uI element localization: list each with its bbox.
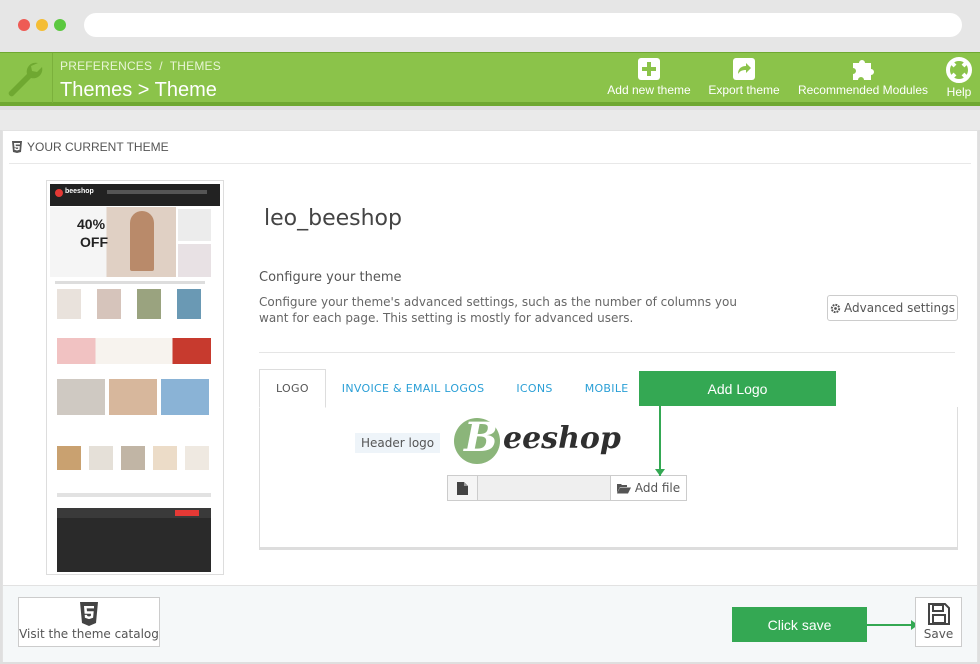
breadcrumb-preferences[interactable]: PREFERENCES [60, 59, 152, 73]
page-toolbar: PREFERENCES / THEMES Themes > Theme Add ne… [0, 52, 980, 106]
recommended-modules-label: Recommended Modules [797, 83, 929, 97]
configure-divider [259, 352, 955, 353]
add-logo-callout: Add Logo [639, 371, 836, 406]
help-button[interactable]: Help [942, 57, 976, 99]
panel-heading-divider [9, 163, 971, 164]
panel-footer: Visit the theme catalog Click save Save [3, 585, 977, 662]
recommended-modules-button[interactable]: Recommended Modules [794, 57, 932, 97]
file-icon [457, 481, 468, 495]
preview-menu [107, 190, 207, 194]
toolbar-spacer [0, 110, 980, 130]
window-minimize-dot[interactable] [36, 19, 48, 31]
preview-new-product-3 [121, 446, 145, 470]
theme-name: leo_beeshop [264, 206, 402, 231]
preview-collection-3 [161, 379, 209, 415]
preview-banner-percent: 40% [77, 216, 106, 232]
preview-side-banner-2 [178, 244, 211, 277]
save-label: Save [923, 627, 954, 641]
configure-title: Configure your theme [259, 270, 402, 285]
tab-logo[interactable]: LOGO [259, 369, 326, 408]
share-icon [733, 58, 755, 80]
preview-features-bar [57, 493, 211, 497]
preview-new-product-5 [185, 446, 209, 470]
browser-chrome [0, 0, 980, 52]
plus-square-icon [638, 58, 660, 80]
preview-product-2 [97, 289, 121, 319]
breadcrumb-themes[interactable]: THEMES [170, 59, 221, 73]
wrench-icon [8, 62, 43, 97]
window-close-dot[interactable] [18, 19, 30, 31]
theme-preview-image: beeshop 40% OFF [46, 180, 224, 575]
cog-icon [830, 303, 841, 313]
preview-logo-dot [55, 189, 63, 197]
panel-heading: YOUR CURRENT THEME [11, 140, 169, 154]
page-title: Themes > Theme [60, 79, 217, 101]
folder-open-icon [616, 483, 631, 493]
html5-icon [12, 141, 22, 153]
beeshop-logo-letter: B [464, 414, 498, 461]
floppy-disk-icon [927, 603, 950, 625]
export-theme-label: Export theme [708, 83, 780, 97]
add-file-button[interactable]: Add file [610, 476, 686, 500]
preview-new-product-4 [153, 446, 177, 470]
lifebuoy-icon [946, 57, 972, 83]
breadcrumb: PREFERENCES / THEMES [60, 59, 221, 73]
puzzle-icon [853, 60, 874, 80]
tab-mobile[interactable]: MOBILE [569, 369, 645, 408]
window-maximize-dot[interactable] [54, 19, 66, 31]
preview-product-3 [137, 289, 161, 319]
add-logo-arrowhead [655, 469, 665, 476]
breadcrumb-separator: / [159, 59, 163, 73]
export-theme-button[interactable]: Export theme [705, 57, 783, 97]
preview-collection-1 [57, 379, 105, 415]
file-icon-box [448, 476, 478, 500]
preview-model-figure [130, 211, 154, 271]
preview-newsletter-button [175, 510, 199, 516]
advanced-settings-label: Advanced settings [844, 301, 955, 315]
html5-catalog-icon [80, 602, 98, 626]
logo-tabs: LOGO INVOICE & EMAIL LOGOS ICONS MOBILE [259, 369, 645, 408]
preview-collection-2 [109, 379, 157, 415]
tab-icons[interactable]: ICONS [500, 369, 568, 408]
beeshop-logo-text: eeshop [503, 421, 621, 456]
tab-invoice-email-logos[interactable]: INVOICE & EMAIL LOGOS [326, 369, 501, 408]
logo-file-upload: Add file [447, 475, 687, 501]
click-save-callout: Click save [732, 607, 867, 642]
header-logo-label: Header logo [355, 433, 441, 453]
address-bar[interactable] [84, 13, 962, 37]
preview-banner-off: OFF [80, 234, 108, 250]
advanced-settings-button[interactable]: Advanced settings [827, 295, 958, 321]
add-file-label: Add file [634, 481, 681, 495]
panel-heading-text: YOUR CURRENT THEME [27, 140, 169, 154]
save-button[interactable]: Save [915, 597, 962, 647]
preview-logo-text: beeshop [65, 188, 94, 195]
click-save-arrow [867, 624, 912, 626]
logo-file-input[interactable] [478, 476, 610, 500]
add-new-theme-label: Add new theme [607, 83, 691, 97]
preview-banner [50, 207, 176, 277]
configure-description: Configure your theme's advanced settings… [259, 295, 737, 325]
preview-promo-banner [57, 338, 211, 364]
preview-product-4 [177, 289, 201, 319]
help-label: Help [946, 85, 972, 99]
preview-new-product-1 [57, 446, 81, 470]
add-logo-arrow [659, 406, 661, 476]
visit-theme-catalog-button[interactable]: Visit the theme catalog [18, 597, 160, 647]
add-new-theme-button[interactable]: Add new theme [605, 57, 693, 97]
visit-theme-catalog-label: Visit the theme catalog [19, 627, 159, 641]
preview-side-banner-1 [178, 209, 211, 241]
toolbar-divider [52, 53, 53, 103]
preview-new-product-2 [89, 446, 113, 470]
preview-tabs-bar [55, 281, 205, 284]
preview-product-1 [57, 289, 81, 319]
current-theme-panel: YOUR CURRENT THEME beeshop 40% OFF leo_b… [2, 130, 978, 662]
